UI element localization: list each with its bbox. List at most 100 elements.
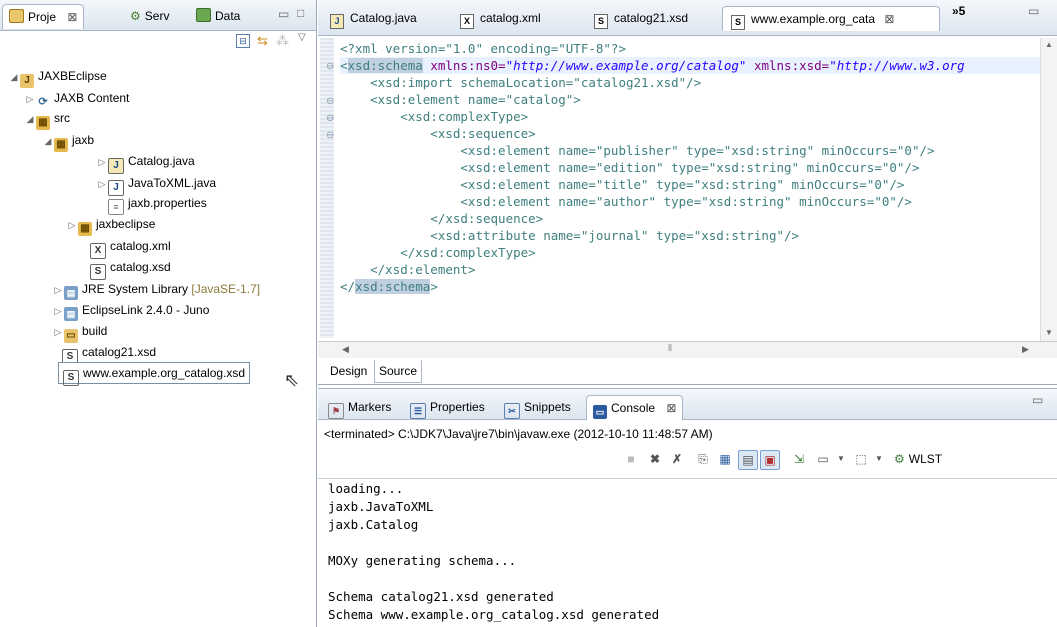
tree-item-eclipselink[interactable]: ▷ ▤ EclipseLink 2.4.0 - Juno [52, 300, 209, 321]
wlst-icon: ⚙ [894, 452, 905, 466]
save-output-icon[interactable]: ⎘ [694, 450, 712, 468]
close-icon[interactable]: ⊠ [884, 12, 894, 26]
tree-label: jaxb.properties [128, 196, 207, 210]
scroll-thumb-grip-icon[interactable]: ⦀ [668, 343, 672, 354]
collapsed-arrow-icon[interactable]: ▷ [52, 280, 64, 300]
terminate-icon[interactable]: ■ [622, 450, 640, 468]
wlst-button[interactable]: ⚙ WLST [894, 450, 942, 468]
open-console-icon[interactable]: ⬚ [852, 450, 870, 468]
tab-snippets[interactable]: ✂ Snippets [498, 395, 577, 419]
collapse-all-icon[interactable]: ⊟ [236, 34, 250, 48]
expanded-arrow-icon[interactable]: ◢ [8, 67, 20, 87]
tab-catalog-java[interactable]: J Catalog.java [322, 6, 425, 30]
tree-item-jaxb-package[interactable]: ◢ ▦ jaxb [42, 130, 94, 152]
minimize-icon[interactable]: ▭ [278, 7, 289, 21]
horizontal-scrollbar[interactable]: ◀ ⦀ ▶ [318, 341, 1057, 358]
expanded-arrow-icon[interactable]: ◢ [42, 131, 54, 151]
tab-project-explorer[interactable]: Proje ⊠ [2, 4, 85, 29]
tab-label: Properties [430, 400, 485, 414]
vertical-scrollbar[interactable]: ▲ ▼ [1040, 38, 1057, 341]
tree-item-jaxbeclipse-package[interactable]: ▷ ▦ jaxbeclipse [66, 214, 156, 236]
tree-item-src[interactable]: ◢ ▦ src [24, 108, 70, 130]
code-token: > [430, 279, 438, 294]
scroll-up-icon[interactable]: ▲ [1045, 40, 1053, 49]
console-output-area[interactable]: loading... jaxb.JavaToXML jaxb.Catalog M… [318, 480, 1057, 627]
tree-label: jaxbeclipse [96, 217, 156, 231]
collapsed-arrow-icon[interactable]: ▷ [24, 89, 36, 109]
tab-source[interactable]: Source [374, 360, 423, 383]
code-line: <xsd:element name="publisher" type="xsd:… [340, 143, 935, 158]
tree-item-catalog-xsd[interactable]: Scatalog.xsd [90, 257, 171, 280]
tab-data[interactable]: Data [190, 4, 246, 28]
pin-console-icon[interactable]: ⇲ [790, 450, 808, 468]
close-icon[interactable]: ⊠ [666, 401, 676, 415]
tree-item-catalog21-xsd[interactable]: Scatalog21.xsd [62, 342, 157, 365]
tab-properties[interactable]: ☰ Properties [404, 395, 491, 419]
show-when-stdout-icon[interactable]: ▤ [738, 450, 758, 470]
xsd-file-icon: S [731, 15, 745, 30]
tab-label: catalog.xml [480, 11, 541, 25]
collapsed-arrow-icon[interactable]: ▷ [96, 152, 108, 172]
scroll-lock-icon[interactable]: ▦ [716, 450, 734, 468]
properties-file-icon: ≡ [108, 199, 124, 215]
tab-example-org-catalog-xsd[interactable]: Swww.example.org_cata ⊠ [722, 6, 940, 31]
tree-label: JRE System Library [82, 282, 189, 296]
fold-collapse-icon[interactable]: ⊖ [326, 114, 336, 124]
tab-servers[interactable]: ⚙ Serv [124, 4, 175, 28]
tree-item-jaxb-content[interactable]: ▷ ⟳ JAXB Content [24, 88, 130, 109]
scroll-right-icon[interactable]: ▶ [1022, 344, 1029, 355]
tab-design[interactable]: Design [326, 360, 371, 382]
fold-collapse-icon[interactable]: ⊖ [326, 97, 336, 107]
view-menu-icon[interactable]: ▽ [298, 32, 306, 43]
library-icon: ▤ [64, 307, 78, 321]
project-explorer-icon [9, 9, 24, 23]
tree-item-build[interactable]: ▷ ▭ build [52, 321, 107, 343]
fold-collapse-icon[interactable]: ⊖ [326, 131, 336, 141]
focus-icon[interactable]: ⁂ [276, 33, 289, 49]
minimize-icon[interactable]: ▭ [1028, 4, 1039, 18]
xsd-file-icon: S [63, 370, 79, 386]
tree-item-catalog-java[interactable]: ▷ J Catalog.java [96, 151, 195, 174]
java-file-icon: J [108, 158, 124, 174]
source-text-area[interactable]: <?xml version="1.0" encoding="UTF-8"?> <… [340, 38, 1040, 341]
show-when-stderr-icon[interactable]: ▣ [760, 450, 780, 470]
fold-collapse-icon[interactable]: ⊖ [326, 62, 336, 72]
expanded-arrow-icon[interactable]: ◢ [24, 109, 36, 129]
link-with-editor-icon[interactable]: ⇆ [257, 33, 268, 49]
tab-markers[interactable]: ⚑ Markers [322, 395, 397, 419]
collapsed-arrow-icon[interactable]: ▷ [52, 322, 64, 342]
scroll-down-icon[interactable]: ▼ [1045, 328, 1053, 337]
collapsed-arrow-icon[interactable]: ▷ [66, 215, 78, 235]
tab-catalog21-xsd[interactable]: Scatalog21.xsd [586, 6, 696, 30]
remove-all-terminated-icon[interactable]: ✗ [668, 450, 686, 468]
tab-label: Proje [28, 10, 57, 24]
close-icon[interactable]: ⊠ [67, 10, 77, 24]
tree-label: catalog.xml [110, 239, 171, 253]
tree-label: catalog21.xsd [82, 345, 157, 359]
display-console-menu-icon[interactable]: ▼ [832, 450, 850, 468]
tab-label: Serv [144, 9, 170, 23]
tree-item-project[interactable]: ◢ J JAXBEclipse [8, 66, 107, 88]
tab-console[interactable]: ▭ Console ⊠ [586, 395, 684, 420]
collapsed-arrow-icon[interactable]: ▷ [96, 174, 108, 194]
remove-launch-icon[interactable]: ✖ [646, 450, 664, 468]
scroll-left-icon[interactable]: ◀ [342, 344, 349, 355]
tree-item-jaxb-properties[interactable]: ≡ jaxb.properties [108, 193, 207, 215]
minimize-icon[interactable]: ▭ [1032, 393, 1043, 407]
tree-label: JavaToXML.java [128, 176, 217, 190]
open-console-menu-icon[interactable]: ▼ [870, 450, 888, 468]
console-icon: ▭ [593, 405, 607, 419]
maximize-icon[interactable]: □ [297, 6, 304, 20]
tree-item-jre-library[interactable]: ▷ ▤ JRE System Library [JavaSE-1.7] [52, 279, 260, 300]
code-token: xsd:schema [347, 58, 423, 73]
tree-item-example-org-catalog-xsd[interactable]: Swww.example.org_catalog.xsd [58, 362, 251, 386]
display-console-icon[interactable]: ▭ [814, 450, 832, 468]
explorer-toolbar: ⊟ ⇆ ⁂ ▽ [0, 31, 316, 53]
xsd-editor: J Catalog.java Xcatalog.xml Scatalog21.xs… [318, 0, 1057, 385]
collapsed-arrow-icon[interactable]: ▷ [52, 301, 64, 321]
code-line: <xsd:import schemaLocation="catalog21.xs… [340, 75, 702, 90]
tree-item-javatoxml-java[interactable]: ▷ J JavaToXML.java [96, 173, 217, 196]
tree-item-catalog-xml[interactable]: Xcatalog.xml [90, 236, 171, 259]
tab-overflow-indicator[interactable]: »5 [952, 4, 965, 18]
tab-catalog-xml[interactable]: Xcatalog.xml [452, 6, 549, 30]
